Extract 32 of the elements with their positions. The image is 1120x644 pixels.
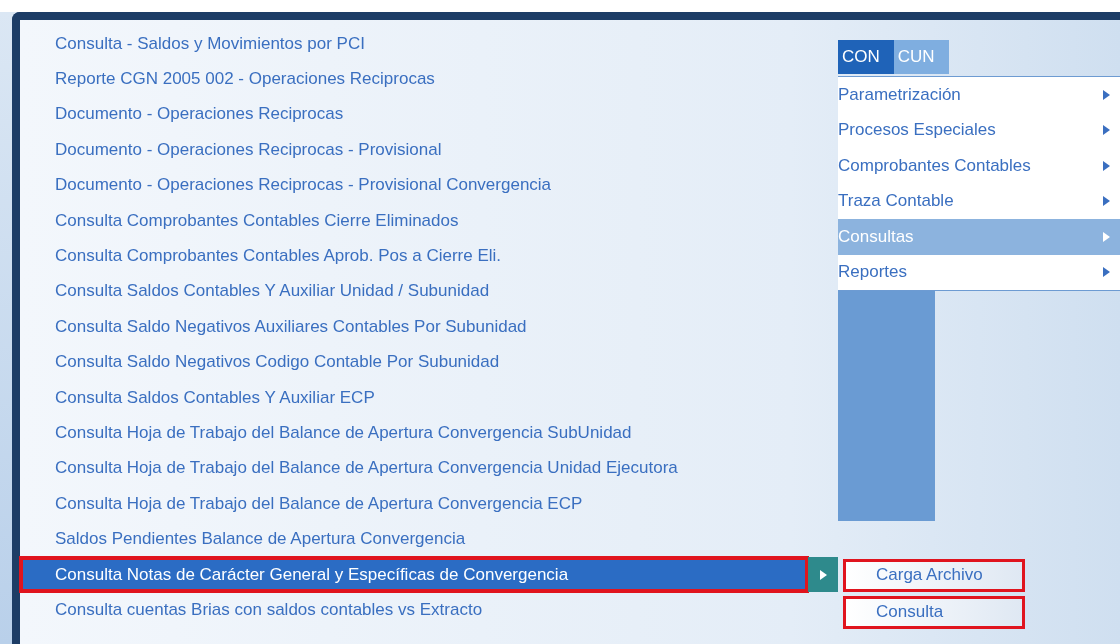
menu-item[interactable]: Consulta Saldo Negativos Auxiliares Contables Por Subunidad — [20, 309, 808, 345]
menu-item[interactable]: Consulta - Saldos y Movimientos por PCI — [20, 26, 808, 62]
arrow-right-icon — [1103, 89, 1110, 100]
menu-item[interactable]: Documento - Operaciones Reciprocas — [20, 96, 808, 133]
nav-tab[interactable]: CON — [838, 40, 894, 74]
menu-item[interactable]: Comprobantes Contables — [838, 148, 1120, 184]
menu-item[interactable]: Consulta Hoja de Trabajo del Balance de Apertura Convergencia ECP — [20, 486, 808, 522]
submenu-item[interactable]: Consulta — [843, 595, 1025, 629]
menu-item[interactable]: Consulta Saldo Negativos Codigo Contable Por Subunidad — [20, 344, 808, 380]
menu-item[interactable]: Saldos Pendientes Balance de Apertura Convergencia — [20, 521, 808, 557]
menu-item[interactable]: Consulta Hoja de Trabajo del Balance de Apertura Convergencia Unidad Ejecutora — [20, 450, 808, 487]
menu-item[interactable]: Reporte CGN 2005 002 - Operaciones Reciprocas — [20, 61, 808, 97]
menu-item[interactable]: Traza Contable — [838, 183, 1120, 219]
menu-item[interactable]: Consulta cuentas Brias con saldos contables vs Extracto — [20, 592, 808, 628]
menu-item[interactable]: Consulta Saldos Contables Y Auxiliar Unidad / Subunidad — [20, 273, 808, 310]
menu-item[interactable]: Consulta Hoja de Trabajo del Balance de Apertura Convergencia SubUnidad — [20, 415, 808, 451]
arrow-right-icon — [1103, 267, 1110, 278]
menu-item[interactable]: Consulta Comprobantes Contables Cierre Eliminados — [20, 202, 808, 239]
menu-item[interactable]: Procesos Especiales — [838, 112, 1120, 148]
arrow-right-icon — [1103, 125, 1110, 136]
menu-item[interactable]: Reportes — [838, 254, 1120, 290]
menu-item[interactable]: Consulta Saldos Contables Y Auxiliar ECP — [20, 379, 808, 416]
arrow-right-icon — [1103, 231, 1110, 242]
submenu-item[interactable]: Carga Archivo — [843, 558, 1025, 592]
arrow-right-icon — [819, 569, 827, 580]
menu-item[interactable]: Consulta Comprobantes Contables Aprob. Pos a Cierre Eli. — [20, 238, 808, 274]
arrow-right-icon — [1103, 160, 1110, 171]
menu-item[interactable]: Documento - Operaciones Reciprocas - Provisional Convergencia — [20, 167, 808, 203]
menu-item[interactable]: Consulta Notas de Carácter General y Específicas de Convergencia — [20, 556, 808, 593]
arrow-right-icon — [1103, 196, 1110, 207]
menu-item[interactable]: Documento - Operaciones Reciprocas - Provisional — [20, 132, 808, 168]
menu-item[interactable]: Parametrización — [838, 77, 1120, 113]
